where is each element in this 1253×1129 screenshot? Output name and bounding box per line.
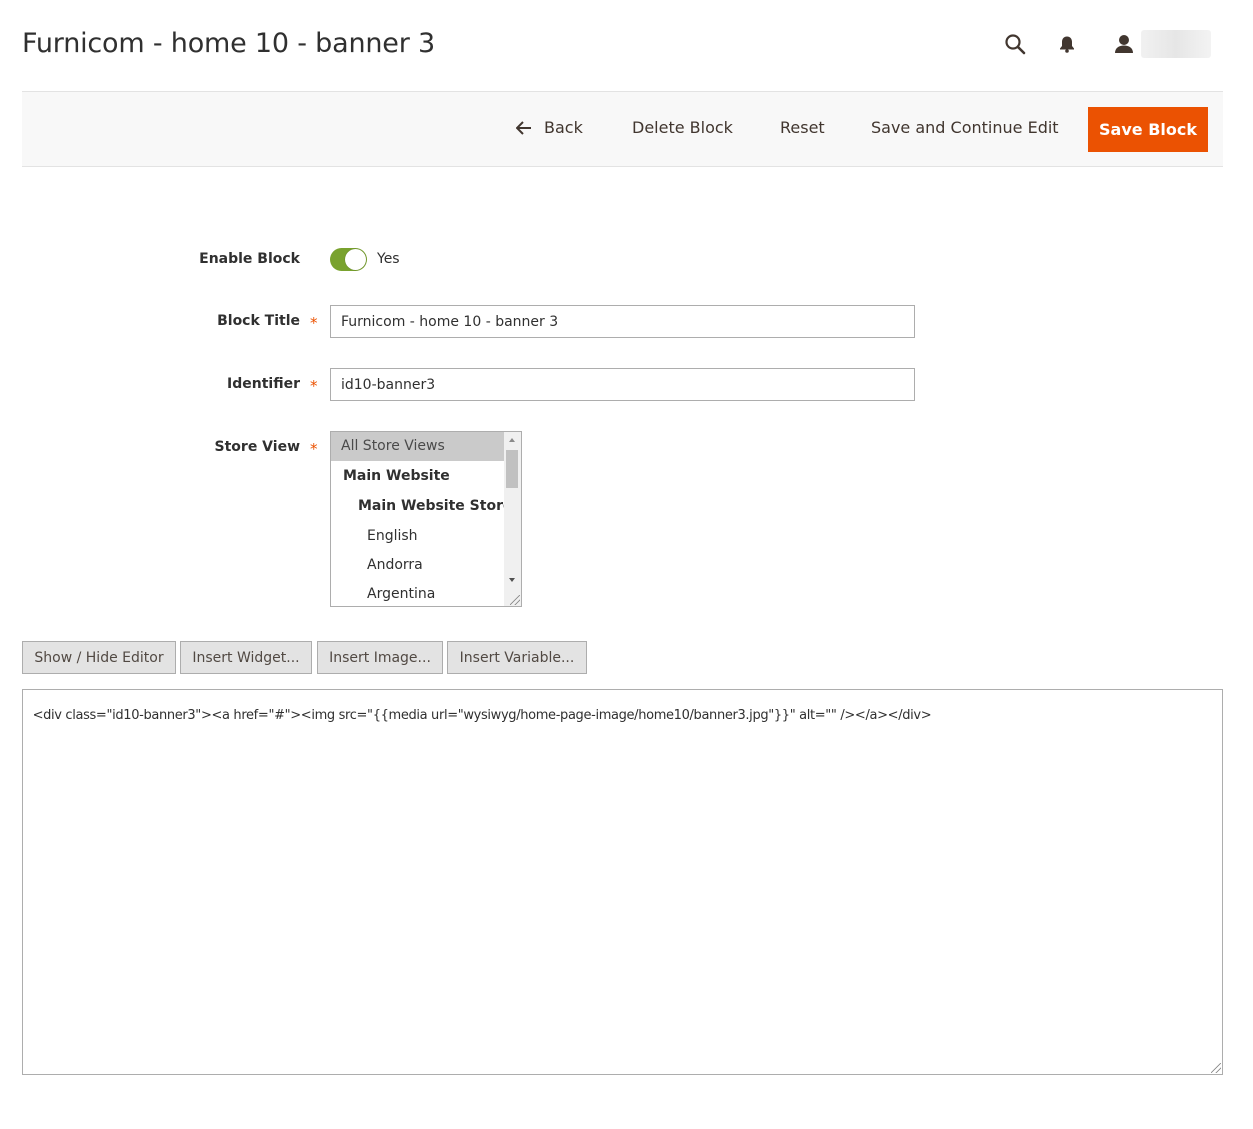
content-text: <div class="id10-banner3"><a href="#"><i… <box>32 708 932 723</box>
store-view-option-english[interactable]: English <box>331 522 504 551</box>
enable-block-toggle[interactable] <box>330 248 367 271</box>
show-hide-editor-button[interactable]: Show / Hide Editor <box>22 641 176 674</box>
back-button-label: Back <box>544 118 583 137</box>
store-view-option-store[interactable]: Main Website Store <box>331 492 512 521</box>
identifier-input[interactable] <box>330 368 915 401</box>
required-indicator: * <box>310 377 318 395</box>
save-and-continue-button[interactable]: Save and Continue Edit <box>857 105 1073 151</box>
toggle-knob <box>345 249 366 270</box>
block-title-label: Block Title <box>217 313 300 329</box>
content-textarea[interactable]: <div class="id10-banner3"><a href="#"><i… <box>22 689 1223 1075</box>
insert-image-button[interactable]: Insert Image... <box>317 641 443 674</box>
block-title-input[interactable] <box>330 305 915 338</box>
bell-icon[interactable] <box>1057 30 1077 58</box>
user-icon[interactable] <box>1113 30 1135 58</box>
store-view-option-andorra[interactable]: Andorra <box>331 551 504 580</box>
resize-handle-icon[interactable] <box>510 595 520 605</box>
delete-block-button[interactable]: Delete Block <box>618 105 747 151</box>
arrow-left-icon <box>516 121 531 135</box>
identifier-label: Identifier <box>227 376 300 392</box>
scroll-down-icon[interactable] <box>509 578 515 582</box>
page-title: Furnicom - home 10 - banner 3 <box>22 28 435 59</box>
resize-handle-icon[interactable] <box>1211 1063 1221 1073</box>
required-indicator: * <box>310 440 318 458</box>
header-actions <box>1003 30 1211 58</box>
insert-variable-button[interactable]: Insert Variable... <box>447 641 587 674</box>
store-view-multiselect[interactable]: All Store Views Main Website Main Websit… <box>330 431 522 607</box>
back-button[interactable]: Back <box>502 105 597 151</box>
search-icon[interactable] <box>1003 30 1027 58</box>
store-view-scrollbar[interactable] <box>504 432 521 606</box>
insert-widget-button[interactable]: Insert Widget... <box>180 641 312 674</box>
account-name-redacted[interactable] <box>1141 30 1211 58</box>
page-actions-toolbar: Back Delete Block Reset Save and Continu… <box>22 91 1223 167</box>
store-view-label: Store View <box>214 439 300 455</box>
required-indicator: * <box>310 314 318 332</box>
store-view-option-website[interactable]: Main Website <box>331 462 504 491</box>
enable-block-value: Yes <box>377 251 400 267</box>
scrollbar-thumb[interactable] <box>506 450 518 488</box>
store-view-option-argentina[interactable]: Argentina <box>331 580 504 606</box>
enable-block-label: Enable Block <box>199 251 300 267</box>
reset-button[interactable]: Reset <box>766 105 839 151</box>
save-block-button[interactable]: Save Block <box>1088 107 1208 152</box>
store-view-option-all[interactable]: All Store Views <box>331 432 504 461</box>
scroll-up-icon[interactable] <box>509 438 515 442</box>
